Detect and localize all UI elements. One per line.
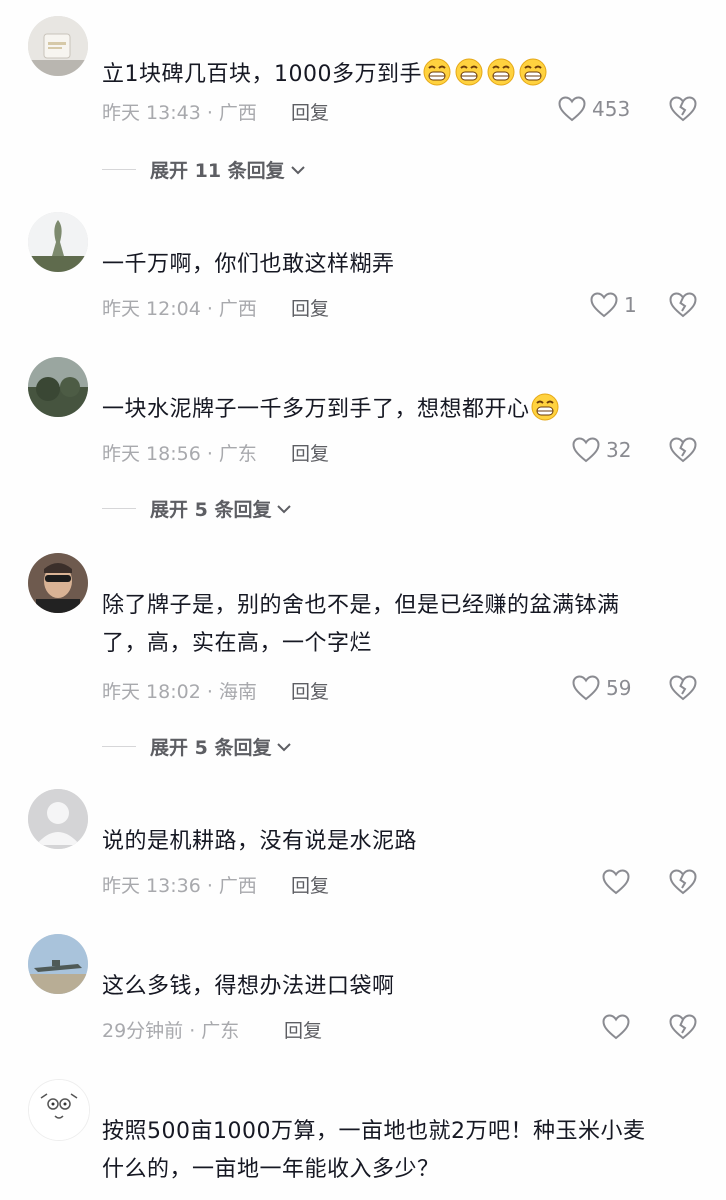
avatar[interactable] (28, 789, 88, 849)
comment-text-content: 按照500亩1000万算，一亩地也就2万吧！种玉米小麦 (102, 1119, 646, 1144)
expand-replies-label: 展开 11 条回复 (150, 160, 285, 182)
avatar[interactable] (28, 553, 88, 613)
expand-replies-button[interactable]: 展开 5 条回复 (102, 733, 293, 760)
divider-line (102, 746, 136, 747)
dislike-button[interactable] (669, 96, 697, 122)
comment-time-location: 昨天 13:43 · 广西 (102, 102, 257, 124)
reply-button[interactable]: 回复 (291, 871, 329, 898)
comment-text-content: 一块水泥牌子一千多万到手了，想想都开心 (102, 397, 530, 422)
avatar[interactable] (28, 934, 88, 994)
reply-button[interactable]: 回复 (291, 677, 329, 704)
expand-replies-button[interactable]: 展开 11 条回复 (102, 156, 307, 183)
avatar[interactable] (28, 1079, 90, 1141)
chevron-down-icon (275, 736, 293, 758)
comment-time-location: 昨天 13:36 · 广西 (102, 875, 257, 897)
chevron-down-icon (275, 498, 293, 520)
broken-heart-icon (669, 96, 697, 122)
like-button[interactable] (602, 869, 636, 895)
comment-time-location: 昨天 18:02 · 海南 (102, 681, 257, 703)
like-button[interactable]: 59 (572, 675, 631, 701)
broken-heart-icon (669, 292, 697, 318)
grin-emoji (454, 57, 484, 87)
divider-line (102, 508, 136, 509)
comment-text: 一千万啊，你们也敢这样糊弄 (102, 246, 702, 284)
comment-time-location: 29分钟前 · 广东 (102, 1020, 240, 1042)
like-count: 59 (606, 676, 632, 700)
reply-button[interactable]: 回复 (291, 439, 329, 466)
comment-text-content: 一千万啊，你们也敢这样糊弄 (102, 252, 395, 277)
dislike-button[interactable] (669, 292, 697, 318)
comment-text-content: 说的是机耕路，没有说是水泥路 (102, 829, 418, 854)
like-button[interactable]: 453 (558, 96, 630, 122)
grin-emoji (518, 57, 548, 87)
reply-button[interactable]: 回复 (284, 1016, 322, 1043)
dislike-button[interactable] (669, 675, 697, 701)
heart-icon (590, 292, 618, 318)
grin-emoji (530, 392, 560, 422)
comment-text: 立1块碑几百块，1000多万到手 (102, 56, 702, 100)
comment-text-content: 了，高，实在高，一个字烂 (102, 631, 373, 656)
emoji-group (530, 392, 562, 435)
comment-text: 按照500亩1000万算，一亩地也就2万吧！种玉米小麦 什么的，一亩地一年能收入… (102, 1113, 702, 1189)
comment-text-content: 除了牌子是，别的舍也不是，但是已经赚的盆满钵满 (102, 593, 620, 618)
heart-icon (602, 869, 630, 895)
comment-text: 这么多钱，得想办法进口袋啊 (102, 968, 702, 1006)
comment-time-location: 昨天 12:04 · 广西 (102, 298, 257, 320)
comment-text: 一块水泥牌子一千多万到手了，想想都开心 (102, 391, 702, 435)
broken-heart-icon (669, 437, 697, 463)
chevron-down-icon (289, 159, 307, 181)
grin-emoji (486, 57, 516, 87)
heart-icon (572, 437, 600, 463)
heart-icon (602, 1014, 630, 1040)
like-count: 32 (606, 438, 632, 462)
avatar[interactable] (28, 212, 88, 272)
expand-replies-button[interactable]: 展开 5 条回复 (102, 495, 293, 522)
like-button[interactable]: 1 (590, 292, 637, 318)
comment-text-content: 什么的，一亩地一年能收入多少？ (102, 1157, 440, 1182)
like-count: 453 (592, 97, 631, 121)
reply-button[interactable]: 回复 (291, 98, 329, 125)
dislike-button[interactable] (669, 869, 697, 895)
dislike-button[interactable] (669, 437, 697, 463)
divider-line (102, 169, 136, 170)
like-button[interactable] (602, 1014, 636, 1040)
avatar[interactable] (28, 16, 88, 76)
emoji-group (422, 57, 550, 100)
heart-icon (572, 675, 600, 701)
comment-text-content: 这么多钱，得想办法进口袋啊 (102, 974, 395, 999)
comment-text: 说的是机耕路，没有说是水泥路 (102, 823, 702, 861)
like-count: 1 (624, 293, 637, 317)
avatar[interactable] (28, 357, 88, 417)
comment-time-location: 昨天 18:56 · 广东 (102, 443, 257, 465)
comment-text-content: 立1块碑几百块，1000多万到手 (102, 62, 422, 87)
expand-replies-label: 展开 5 条回复 (150, 737, 272, 759)
grin-emoji (422, 57, 452, 87)
like-button[interactable]: 32 (572, 437, 631, 463)
heart-icon (558, 96, 586, 122)
reply-button[interactable]: 回复 (291, 294, 329, 321)
broken-heart-icon (669, 869, 697, 895)
expand-replies-label: 展开 5 条回复 (150, 499, 272, 521)
broken-heart-icon (669, 675, 697, 701)
dislike-button[interactable] (669, 1014, 697, 1040)
broken-heart-icon (669, 1014, 697, 1040)
comment-text: 除了牌子是，别的舍也不是，但是已经赚的盆满钵满 了，高，实在高，一个字烂 (102, 587, 702, 663)
